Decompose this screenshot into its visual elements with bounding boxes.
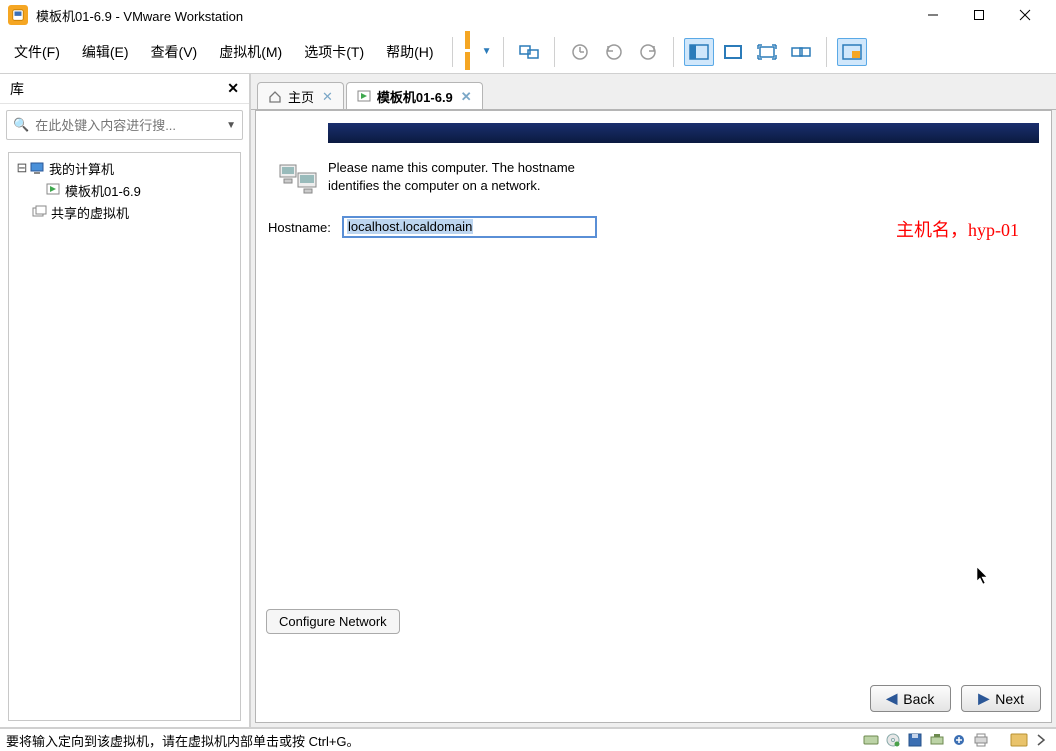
- content-area: 主页 ✕ 模板机01-6.9 ✕ Please name this comput…: [251, 74, 1056, 727]
- unity-button[interactable]: [752, 38, 782, 66]
- tree-label: 共享的虚拟机: [51, 203, 129, 222]
- screen-fill-icon: [723, 44, 743, 60]
- fullscreen-button[interactable]: [718, 38, 748, 66]
- status-bar: 要将输入定向到该虚拟机，请在虚拟机内部单击或按 Ctrl+G。: [0, 727, 1056, 751]
- hostname-value: localhost.localdomain: [347, 219, 473, 234]
- vm-console[interactable]: Please name this computer. The hostname …: [255, 110, 1052, 723]
- menu-edit[interactable]: 编辑(E): [72, 38, 139, 66]
- message-log-icon[interactable]: [1010, 731, 1028, 749]
- vm-powered-on-icon: [45, 182, 61, 198]
- send-ctrl-alt-del-button[interactable]: [514, 38, 544, 66]
- app-icon: [8, 5, 28, 25]
- menu-help[interactable]: 帮助(H): [376, 38, 443, 66]
- menu-view[interactable]: 查看(V): [141, 38, 208, 66]
- computer-icon: [29, 160, 45, 176]
- toolbar-separator: [673, 37, 674, 67]
- tab-close-button[interactable]: ✕: [322, 89, 333, 105]
- printer-icon[interactable]: [972, 731, 990, 749]
- back-button[interactable]: ◀ Back: [870, 685, 952, 712]
- window-title: 模板机01-6.9 - VMware Workstation: [36, 6, 243, 25]
- stretch-button[interactable]: [786, 38, 816, 66]
- usb-icon[interactable]: [950, 731, 968, 749]
- tab-home[interactable]: 主页 ✕: [257, 82, 344, 110]
- search-dropdown-icon[interactable]: ▼: [226, 120, 236, 131]
- menubar: 文件(F) 编辑(E) 查看(V) 虚拟机(M) 选项卡(T) 帮助(H) ▼: [0, 30, 1056, 74]
- tray-separator: [994, 731, 1006, 749]
- search-icon: 🔍: [13, 117, 29, 133]
- close-button[interactable]: [1002, 0, 1048, 30]
- tab-vm[interactable]: 模板机01-6.9 ✕: [346, 82, 483, 110]
- screens-icon: [519, 43, 539, 61]
- network-computers-icon: [278, 163, 318, 200]
- configure-network-button[interactable]: Configure Network: [266, 609, 400, 634]
- snapshot-button[interactable]: [565, 38, 595, 66]
- clock-icon: [571, 43, 589, 61]
- cd-icon[interactable]: [884, 731, 902, 749]
- show-console-button[interactable]: [684, 38, 714, 66]
- back-label: Back: [903, 691, 934, 707]
- pin-button[interactable]: ✕: [227, 80, 239, 97]
- thumbnail-icon: [842, 44, 862, 60]
- manage-snapshot-button[interactable]: [633, 38, 663, 66]
- menu-vm[interactable]: 虚拟机(M): [209, 38, 292, 66]
- toolbar-separator: [503, 37, 504, 67]
- annotation-text: 主机名，hyp-01: [896, 216, 1019, 242]
- collapse-icon[interactable]: ⊟: [15, 160, 29, 176]
- chevron-right-icon[interactable]: [1032, 731, 1050, 749]
- dropdown-arrow-icon[interactable]: ▼: [482, 46, 492, 57]
- sidebar-layout-icon: [689, 44, 709, 60]
- tab-bar: 主页 ✕ 模板机01-6.9 ✕: [251, 78, 1056, 110]
- tab-label: 模板机01-6.9: [377, 87, 453, 106]
- hostname-label: Hostname:: [268, 220, 342, 235]
- pause-icon: [464, 31, 476, 73]
- clock-forward-icon: [639, 43, 657, 61]
- multi-screen-icon: [791, 44, 811, 60]
- vm-icon: [357, 90, 371, 104]
- tree-node-vm1[interactable]: 模板机01-6.9: [11, 179, 238, 201]
- hard-disk-icon[interactable]: [862, 731, 880, 749]
- floppy-icon[interactable]: [906, 731, 924, 749]
- expand-icon: [757, 44, 777, 60]
- revert-snapshot-button[interactable]: [599, 38, 629, 66]
- library-tree[interactable]: ⊟ 我的计算机 模板机01-6.9 共享的虚拟机: [8, 152, 241, 721]
- next-button[interactable]: ▶ Next: [961, 685, 1041, 712]
- next-label: Next: [995, 691, 1024, 707]
- library-sidebar: 库 ✕ 🔍 ▼ ⊟ 我的计算机 模板机01-6.9 共享的虚拟机: [0, 74, 251, 727]
- minimize-button[interactable]: [910, 0, 956, 30]
- tree-label: 模板机01-6.9: [65, 181, 141, 200]
- toolbar-separator: [826, 37, 827, 67]
- menu-file[interactable]: 文件(F): [4, 38, 70, 66]
- arrow-right-icon: ▶: [978, 690, 989, 707]
- home-icon: [268, 90, 282, 104]
- toolbar-separator: [554, 37, 555, 67]
- suspend-button[interactable]: ▼: [463, 38, 493, 66]
- thumbnail-bar-button[interactable]: [837, 38, 867, 66]
- arrow-left-icon: ◀: [887, 690, 898, 707]
- titlebar: 模板机01-6.9 - VMware Workstation: [0, 0, 1056, 30]
- library-title: 库: [10, 79, 24, 99]
- shared-vms-icon: [31, 204, 47, 220]
- tree-node-shared-vms[interactable]: 共享的虚拟机: [11, 201, 238, 223]
- network-adapter-icon[interactable]: [928, 731, 946, 749]
- status-message: 要将输入定向到该虚拟机，请在虚拟机内部单击或按 Ctrl+G。: [6, 731, 862, 750]
- toolbar-separator: [452, 37, 453, 67]
- device-tray: [862, 731, 1050, 749]
- mouse-cursor-icon: [976, 566, 990, 591]
- tree-node-my-computer[interactable]: ⊟ 我的计算机: [11, 157, 238, 179]
- library-search[interactable]: 🔍 ▼: [6, 110, 243, 140]
- tree-label: 我的计算机: [49, 159, 114, 178]
- hostname-input[interactable]: localhost.localdomain: [342, 216, 597, 238]
- tab-label: 主页: [288, 87, 314, 106]
- tab-close-button[interactable]: ✕: [461, 89, 472, 105]
- installer-banner: [328, 123, 1039, 143]
- clock-back-icon: [605, 43, 623, 61]
- maximize-button[interactable]: [956, 0, 1002, 30]
- installer-prompt: Please name this computer. The hostname …: [328, 159, 628, 200]
- menu-tabs[interactable]: 选项卡(T): [294, 38, 374, 66]
- search-input[interactable]: [35, 118, 226, 133]
